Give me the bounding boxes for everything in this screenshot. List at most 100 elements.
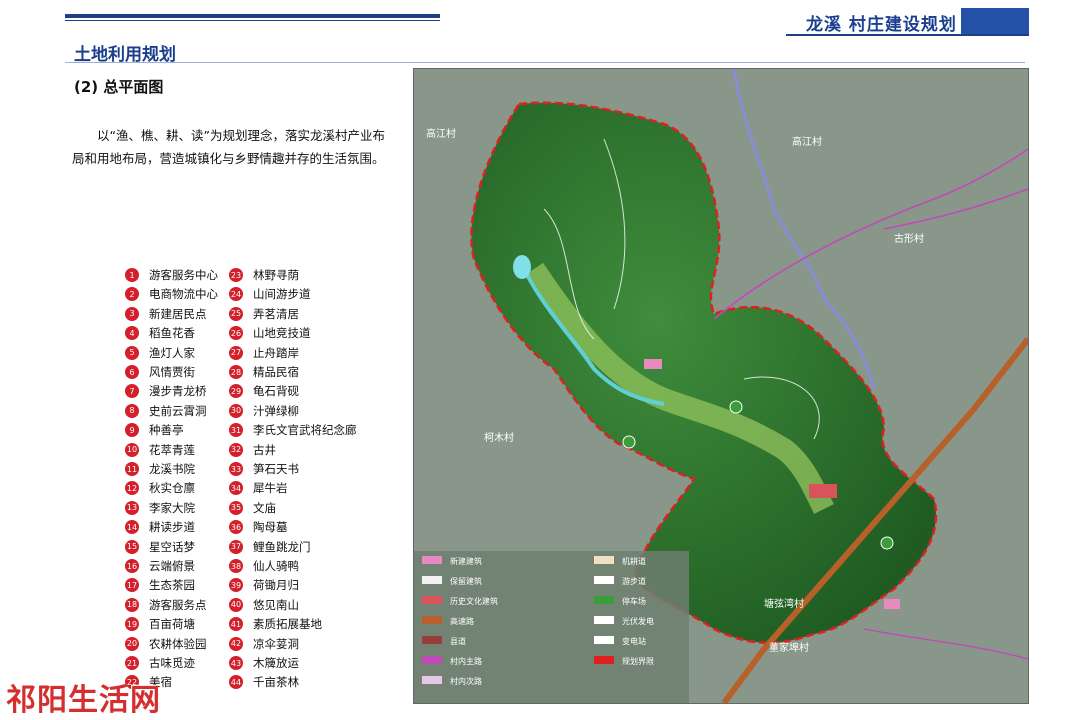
legend-number-badge: 19 — [125, 617, 139, 632]
legend-number-badge: 16 — [125, 559, 139, 573]
legend-label: 秋实仓廪 — [149, 481, 195, 496]
legend-label: 星空话梦 — [149, 539, 195, 554]
legend-item: 44 千亩茶林 — [229, 673, 299, 691]
legend-item: 2 电商物流中心 — [125, 285, 218, 303]
map-legend-label: 高速路 — [450, 616, 474, 626]
legend-number-badge: 6 — [125, 365, 139, 379]
legend-number-badge: 20 — [125, 636, 139, 651]
map-legend-swatch — [422, 616, 442, 624]
legend-item: 43 木簰放运 — [229, 654, 299, 672]
legend-label: 鲤鱼跳龙门 — [253, 539, 311, 554]
legend-number-badge: 17 — [125, 578, 139, 593]
map-legend-label: 机耕道 — [622, 556, 646, 566]
legend-item: 33 笋石天书 — [229, 460, 299, 478]
legend-number-badge: 26 — [229, 326, 243, 341]
section-divider — [65, 62, 1025, 63]
legend-item: 6 风情贾街 — [125, 363, 195, 381]
legend-item: 37 鲤鱼跳龙门 — [229, 538, 311, 556]
legend-label: 古味觅迹 — [149, 656, 195, 670]
legend-item: 20 农耕体验园 — [125, 635, 207, 653]
historic-building — [809, 484, 837, 498]
legend-number-badge: 21 — [125, 656, 139, 670]
legend-number-badge: 10 — [125, 442, 139, 457]
legend-number-badge: 8 — [125, 403, 139, 418]
legend-item: 8 史前云霄洞 — [125, 402, 207, 420]
legend-number-badge: 24 — [229, 287, 243, 302]
legend-number-badge: 33 — [229, 462, 243, 476]
legend-label: 云端俯景 — [149, 559, 195, 573]
legend-item: 19 百亩荷塘 — [125, 615, 195, 633]
legend-label: 止舟踏岸 — [253, 345, 299, 360]
header-rule — [65, 14, 440, 18]
legend-number-badge: 14 — [125, 520, 139, 535]
legend-item: 31 李氏文官武将纪念廊 — [229, 421, 357, 439]
map-legend-swatch — [422, 676, 442, 684]
legend-item: 24 山间游步道 — [229, 285, 311, 303]
legend-number-badge: 29 — [229, 384, 243, 399]
legend-number-badge: 2 — [125, 287, 139, 302]
legend-label: 凉伞荽洞 — [253, 636, 299, 651]
map-canvas: 高江村 高江村 古形村 柯木村 塘弦湾村 董家埠村 新建建筑 机耕道保留建筑 游步道… — [414, 69, 1028, 703]
legend-number-badge: 28 — [229, 365, 243, 379]
legend-label: 李氏文官武将纪念廊 — [253, 423, 357, 438]
legend-number-badge: 30 — [229, 403, 243, 418]
legend-item: 18 游客服务点 — [125, 596, 207, 614]
legend-number-badge: 25 — [229, 306, 243, 321]
legend-label: 游客服务中心 — [149, 268, 218, 282]
legend-label: 史前云霄洞 — [149, 403, 207, 418]
legend-item: 28 精品民宿 — [229, 363, 299, 381]
legend-item: 25 弄茗清居 — [229, 305, 299, 323]
legend-number-badge: 1 — [125, 268, 139, 282]
reservoir — [513, 255, 531, 279]
map-legend-label: 游步道 — [622, 576, 646, 586]
legend-label: 精品民宿 — [253, 365, 299, 379]
legend-item: 23 林野寻荫 — [229, 266, 299, 284]
legend-label: 种善亭 — [149, 423, 184, 438]
map-legend-swatch — [594, 616, 614, 624]
legend-number-badge: 4 — [125, 326, 139, 341]
master-plan-map: 高江村 高江村 古形村 柯木村 塘弦湾村 董家埠村 新建建筑 机耕道 保留建筑 游步道… — [413, 68, 1029, 704]
legend-item: 27 止舟踏岸 — [229, 344, 299, 362]
map-legend-swatch — [594, 596, 614, 604]
legend-number-badge: 9 — [125, 423, 139, 438]
legend-label: 农耕体验园 — [149, 636, 207, 651]
legend-number-badge: 23 — [229, 268, 243, 282]
map-legend-label: 历史文化建筑 — [450, 596, 498, 606]
legend-label: 耕读步道 — [149, 520, 195, 535]
legend-label: 山地竞技道 — [253, 326, 311, 341]
legend-number-badge: 40 — [229, 597, 243, 612]
map-legend-swatch — [594, 656, 614, 664]
legend-item: 39 荷锄月归 — [229, 576, 299, 594]
legend-label: 生态茶园 — [149, 578, 195, 593]
map-legend-label: 县道 — [450, 636, 466, 646]
new-building — [644, 359, 662, 369]
legend-number-badge: 12 — [125, 481, 139, 496]
legend-label: 笋石天书 — [253, 462, 299, 476]
legend-item: 5 渔灯人家 — [125, 344, 195, 362]
legend-number-badge: 36 — [229, 520, 243, 535]
legend-item: 16 云端俯景 — [125, 557, 195, 575]
legend-number-badge: 13 — [125, 500, 139, 515]
legend-number-badge: 32 — [229, 442, 243, 457]
village-label: 塘弦湾村 — [764, 597, 804, 610]
legend-label: 木簰放运 — [253, 656, 299, 670]
village-label: 柯木村 — [484, 431, 514, 444]
legend-number-badge: 43 — [229, 656, 243, 670]
legend-number-badge: 38 — [229, 559, 243, 573]
map-legend-swatch — [594, 576, 614, 584]
legend-label: 龙溪书院 — [149, 462, 195, 476]
watermark-logo: 祁阳生活网 — [6, 683, 161, 718]
map-legend-swatch — [422, 636, 442, 644]
legend-number-badge: 15 — [125, 539, 139, 554]
legend-number-badge: 37 — [229, 539, 243, 554]
legend-item: 10 花萃青莲 — [125, 441, 195, 459]
legend-number-badge: 44 — [229, 675, 243, 690]
village-label: 董家埠村 — [769, 641, 809, 654]
legend-label: 陶母墓 — [253, 520, 288, 535]
legend-item: 29 龟石背砚 — [229, 382, 299, 400]
description-paragraph: 以“渔、樵、耕、读”为规划理念，落实龙溪村产业布局和用地布局，营造城镇化与乡野情… — [72, 128, 385, 166]
legend-label: 渔灯人家 — [149, 345, 195, 360]
legend-label: 漫步青龙桥 — [149, 384, 207, 399]
map-legend-label: 规划界限 — [622, 656, 654, 666]
parking-icon — [622, 435, 636, 449]
